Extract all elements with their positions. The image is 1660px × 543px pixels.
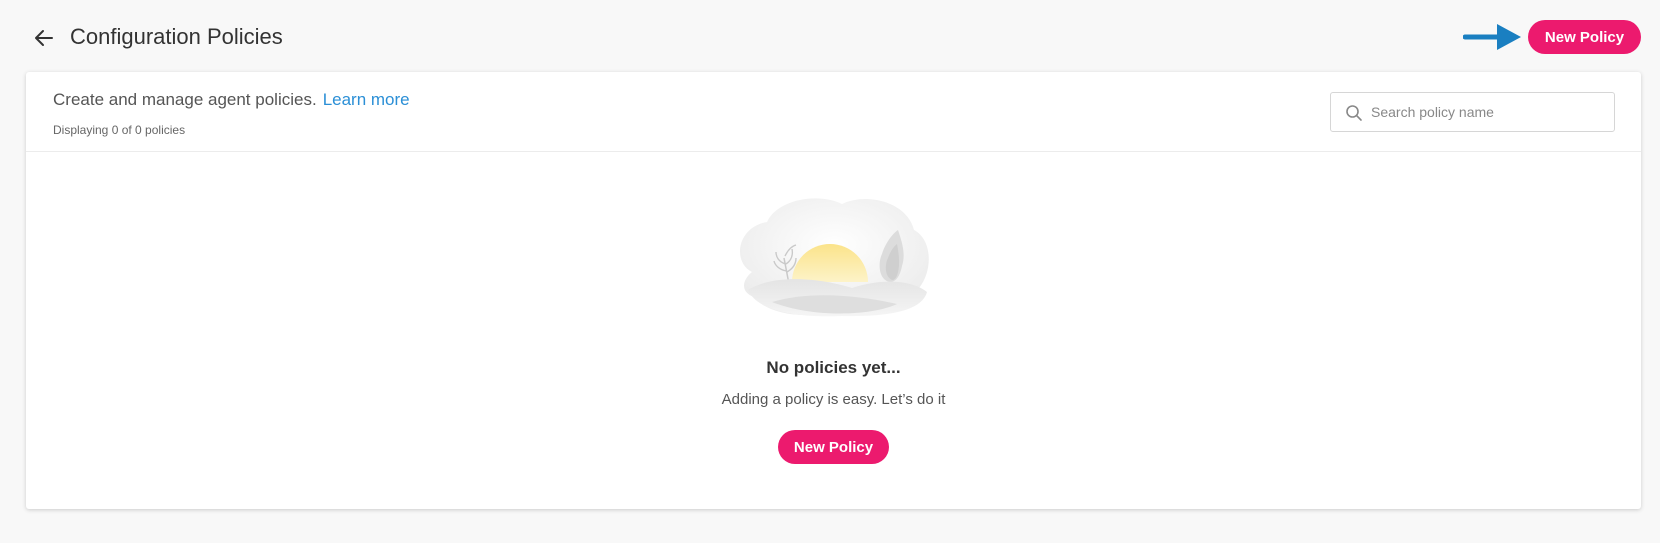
learn-more-link[interactable]: Learn more: [323, 90, 410, 109]
intro-text: Create and manage agent policies. Learn m…: [53, 88, 410, 112]
callout-arrow-icon: [1463, 24, 1521, 50]
page-header: Configuration Policies New Policy: [0, 0, 1660, 72]
search-box[interactable]: [1330, 92, 1615, 132]
empty-state-subtitle: Adding a policy is easy. Let’s do it: [721, 391, 946, 408]
policy-count: Displaying 0 of 0 policies: [53, 123, 186, 137]
arrow-left-icon: [35, 30, 53, 46]
search-icon: [1346, 105, 1362, 121]
empty-state-new-policy-button[interactable]: New Policy: [778, 430, 889, 464]
search-input[interactable]: [1371, 93, 1609, 131]
new-policy-button[interactable]: New Policy: [1528, 20, 1641, 54]
sunset-landscape-illustration: [740, 198, 929, 317]
intro-description: Create and manage agent policies.: [53, 90, 317, 109]
empty-state-title: No policies yet...: [766, 358, 901, 377]
card-header: Create and manage agent policies. Learn m…: [26, 72, 1641, 152]
policies-card: Create and manage agent policies. Learn m…: [26, 72, 1641, 509]
page-title: Configuration Policies: [70, 24, 283, 49]
back-button[interactable]: [30, 24, 58, 52]
